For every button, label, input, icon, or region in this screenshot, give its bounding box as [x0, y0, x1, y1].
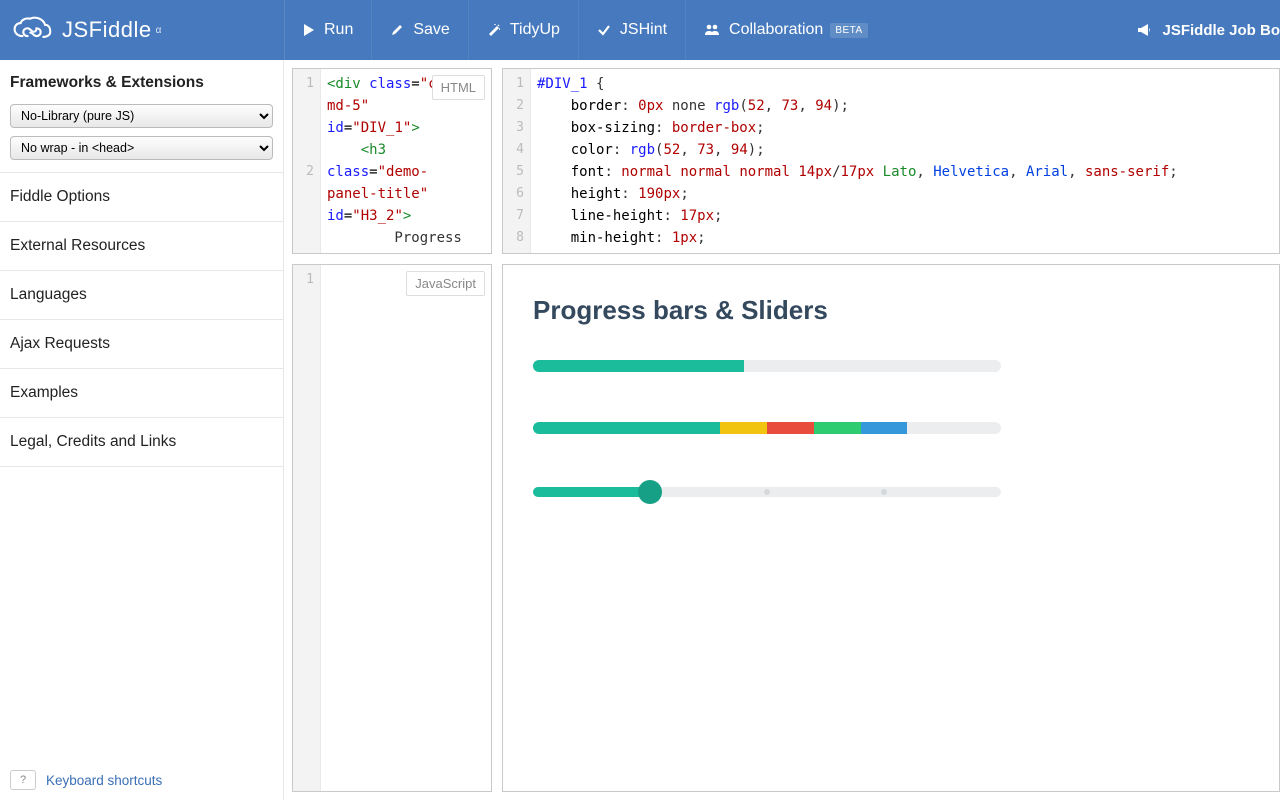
play-icon — [303, 23, 315, 37]
logo-area[interactable]: JSFiddle α — [0, 16, 284, 44]
wrap-select[interactable]: No wrap - in <head> — [10, 136, 273, 160]
save-label: Save — [413, 21, 449, 39]
users-icon — [704, 23, 720, 37]
sidebar-item-external-resources[interactable]: External Resources — [0, 222, 283, 271]
progress-segment — [814, 422, 861, 434]
frameworks-section: Frameworks & Extensions No-Library (pure… — [0, 60, 283, 173]
sidebar-footer: ? Keyboard shortcuts — [0, 760, 283, 800]
css-code[interactable]: #DIV_1 { border: 0px none rgb(52, 73, 94… — [531, 69, 1279, 253]
library-select[interactable]: No-Library (pure JS) — [10, 104, 273, 128]
css-gutter: 12345678 — [503, 69, 531, 253]
jobboard-label: JSFiddle Job Bo — [1162, 22, 1280, 39]
kbd-help-button[interactable]: ? — [10, 770, 36, 790]
js-code[interactable] — [321, 265, 491, 791]
slider-fill — [533, 487, 650, 497]
collaboration-button[interactable]: Collaboration BETA — [685, 0, 886, 60]
check-icon — [597, 23, 611, 37]
logo-text: JSFiddle — [62, 17, 152, 43]
sidebar-item-examples[interactable]: Examples — [0, 369, 283, 418]
slider-thumb[interactable] — [638, 480, 662, 504]
html-panel-label: HTML — [432, 75, 485, 100]
progress-bar-multi — [533, 422, 1001, 434]
sidebar-item-fiddle-options[interactable]: Fiddle Options — [0, 173, 283, 222]
sidebar: Frameworks & Extensions No-Library (pure… — [0, 60, 284, 800]
js-gutter: 1 — [293, 265, 321, 791]
progress-segment — [533, 422, 720, 434]
result-panel: Progress bars & Sliders — [502, 264, 1280, 792]
html-panel[interactable]: HTML 123 <div class="col- md-5" id="DIV_… — [292, 68, 492, 254]
progress-segment — [767, 422, 814, 434]
css-panel[interactable]: 12345678 #DIV_1 { border: 0px none rgb(5… — [502, 68, 1280, 254]
progress-bar-1 — [533, 360, 1001, 372]
collab-label: Collaboration — [729, 21, 823, 39]
frameworks-title: Frameworks & Extensions — [10, 74, 273, 92]
progress-bar-1-fill — [533, 360, 744, 372]
tidy-label: TidyUp — [510, 21, 560, 39]
pencil-icon — [390, 23, 404, 37]
sidebar-item-ajax-requests[interactable]: Ajax Requests — [0, 320, 283, 369]
top-bar: JSFiddle α Run Save TidyUp JSHint Collab… — [0, 0, 1280, 60]
megaphone-icon — [1136, 23, 1152, 37]
slider[interactable] — [533, 484, 1001, 498]
js-panel-label: JavaScript — [406, 271, 485, 296]
editor-panels: HTML 123 <div class="col- md-5" id="DIV_… — [284, 60, 1280, 800]
wand-icon — [487, 23, 501, 37]
run-button[interactable]: Run — [284, 0, 371, 60]
kbd-shortcuts-link[interactable]: Keyboard shortcuts — [46, 773, 162, 788]
sidebar-item-languages[interactable]: Languages — [0, 271, 283, 320]
logo-alpha: α — [156, 25, 162, 36]
sidebar-item-legal[interactable]: Legal, Credits and Links — [0, 418, 283, 467]
javascript-panel[interactable]: JavaScript 1 — [292, 264, 492, 792]
run-label: Run — [324, 21, 353, 39]
beta-badge: BETA — [830, 23, 867, 38]
jobboard-link[interactable]: JSFiddle Job Bo — [1120, 22, 1280, 39]
demo-title: Progress bars & Sliders — [533, 295, 1249, 326]
slider-tick — [764, 489, 770, 495]
html-gutter: 123 — [293, 69, 321, 253]
save-button[interactable]: Save — [371, 0, 467, 60]
tidyup-button[interactable]: TidyUp — [468, 0, 578, 60]
jshint-button[interactable]: JSHint — [578, 0, 685, 60]
slider-tick — [881, 489, 887, 495]
progress-segment — [720, 422, 767, 434]
progress-segment — [861, 422, 908, 434]
jshint-label: JSHint — [620, 21, 667, 39]
toolbar: Run Save TidyUp JSHint Collaboration BET… — [284, 0, 886, 60]
jsfiddle-logo-icon — [12, 16, 52, 44]
